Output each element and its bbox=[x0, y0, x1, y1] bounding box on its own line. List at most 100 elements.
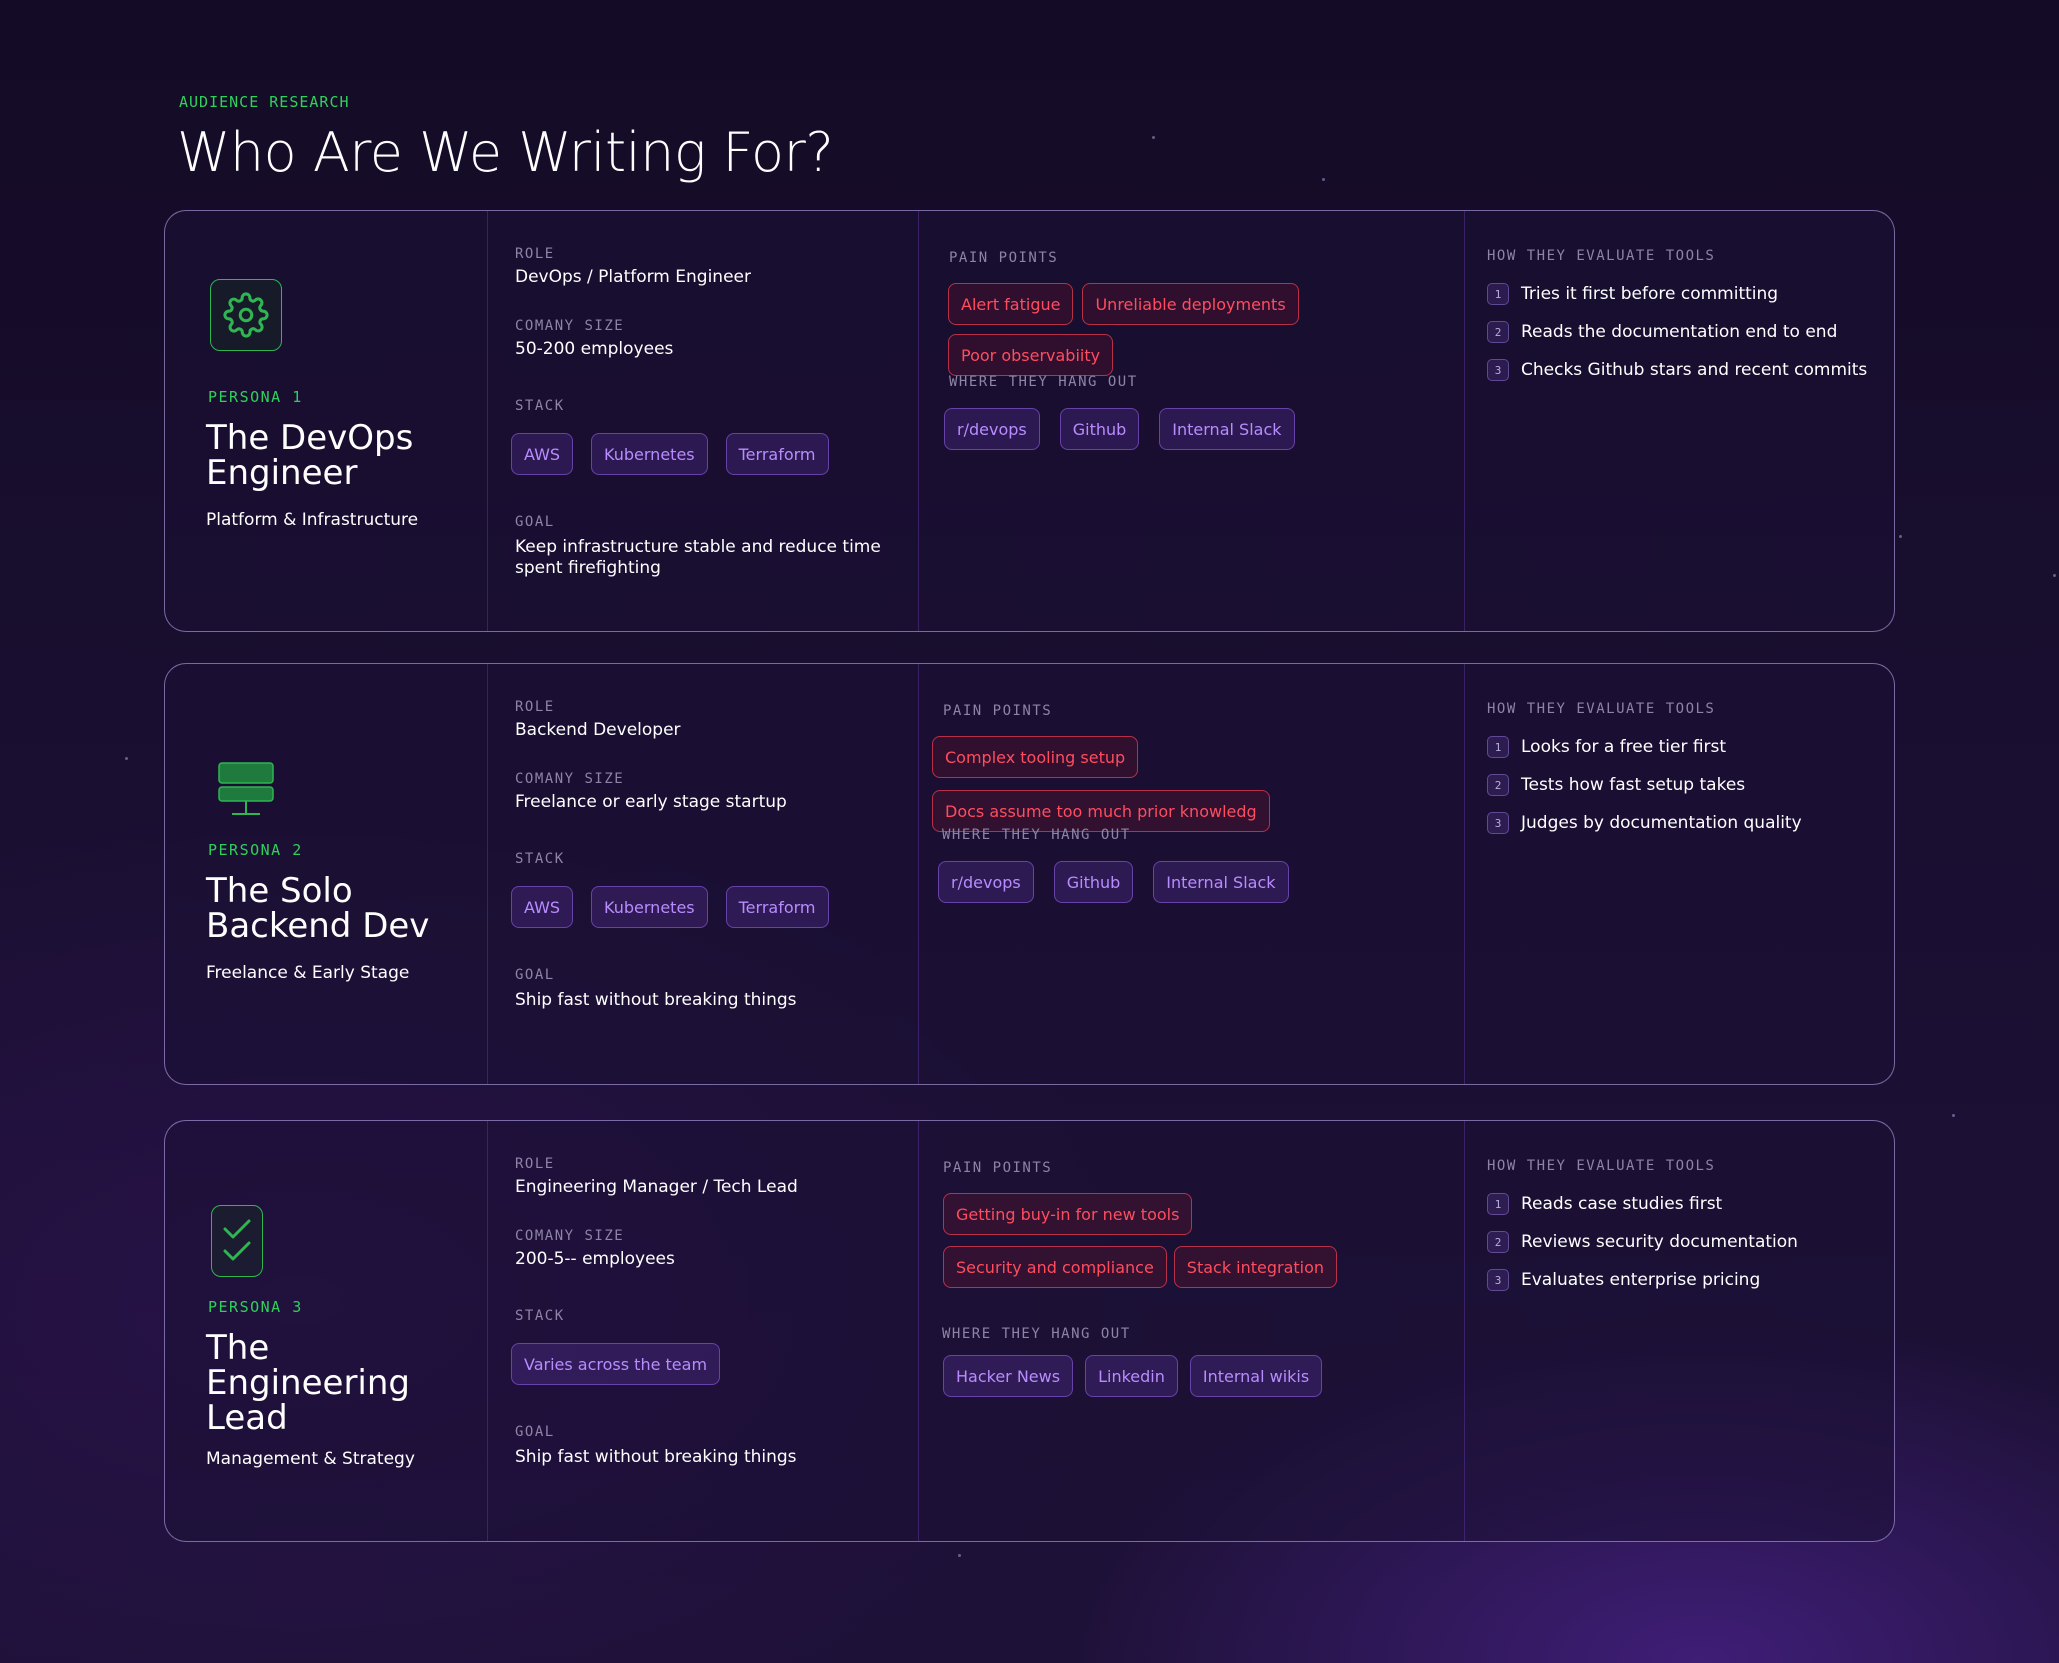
evaluate-step: Checks Github stars and recent commits bbox=[1521, 360, 1868, 380]
hang-out-label: WHERE THEY HANG OUT bbox=[942, 827, 1131, 843]
persona-evaluation: HOW THEY EVALUATE TOOLS 1 Tries it first … bbox=[1464, 211, 1894, 631]
list-item: 3 Evaluates enterprise pricing bbox=[1487, 1261, 1798, 1299]
pain-points-label: PAIN POINTS bbox=[949, 250, 1059, 266]
hang-out-chip: Hacker News bbox=[943, 1355, 1074, 1397]
role-label: ROLE bbox=[515, 699, 555, 715]
step-number-badge: 3 bbox=[1487, 812, 1509, 834]
persona-name: The Solo Backend Dev bbox=[206, 871, 430, 946]
evaluate-step: Reads case studies first bbox=[1521, 1194, 1723, 1214]
role-value: DevOps / Platform Engineer bbox=[515, 267, 751, 287]
persona-context: PAIN POINTS Getting buy-in for new tools… bbox=[918, 1121, 1464, 1541]
step-number-badge: 1 bbox=[1487, 1193, 1509, 1215]
step-number-badge: 3 bbox=[1487, 359, 1509, 381]
list-item: 1 Looks for a free tier first bbox=[1487, 728, 1802, 766]
persona-card: PERSONA 1 The DevOps Engineer Platform &… bbox=[164, 210, 1895, 632]
persona-number: PERSONA 2 bbox=[208, 841, 303, 859]
persona-details: ROLE Backend Developer COMANY SIZE Freel… bbox=[487, 664, 918, 1084]
step-number-badge: 2 bbox=[1487, 1231, 1509, 1253]
pain-point-chip: Poor observabiity bbox=[948, 334, 1114, 376]
hang-out-chip: Internal wikis bbox=[1189, 1355, 1323, 1397]
company-size-label: COMANY SIZE bbox=[515, 771, 625, 787]
persona-subtitle: Platform & Infrastructure bbox=[206, 510, 419, 530]
pain-point-chip: Stack integration bbox=[1173, 1246, 1338, 1288]
persona-identity: PERSONA 1 The DevOps Engineer Platform &… bbox=[165, 211, 487, 631]
evaluate-step: Tries it first before committing bbox=[1521, 284, 1779, 304]
persona-evaluation: HOW THEY EVALUATE TOOLS 1 Reads case stud… bbox=[1464, 1121, 1894, 1541]
hang-out-chip: Internal Slack bbox=[1153, 861, 1289, 903]
evaluate-list: 1 Looks for a free tier first 2 Tests how … bbox=[1487, 728, 1802, 842]
persona-subtitle: Management & Strategy bbox=[206, 1449, 415, 1469]
evaluate-label: HOW THEY EVALUATE TOOLS bbox=[1487, 701, 1716, 717]
evaluate-label: HOW THEY EVALUATE TOOLS bbox=[1487, 1158, 1716, 1174]
hang-out-chip: Github bbox=[1053, 861, 1134, 903]
gear-icon bbox=[210, 279, 282, 351]
pain-point-chip: Alert fatigue bbox=[948, 283, 1074, 325]
stack-chips: Varies across the team bbox=[511, 1343, 721, 1385]
stack-chips: AWS Kubernetes Terraform bbox=[511, 433, 829, 475]
company-size-value: 200-5-- employees bbox=[515, 1249, 675, 1269]
goal-label: GOAL bbox=[515, 1424, 555, 1440]
stack-chip: AWS bbox=[511, 886, 574, 928]
role-label: ROLE bbox=[515, 1156, 555, 1172]
pain-point-chip: Getting buy-in for new tools bbox=[943, 1193, 1193, 1235]
goal-label: GOAL bbox=[515, 514, 555, 530]
stack-chip: Kubernetes bbox=[591, 433, 708, 475]
role-label: ROLE bbox=[515, 246, 555, 262]
server-icon bbox=[210, 754, 282, 826]
persona-subtitle: Freelance & Early Stage bbox=[206, 963, 410, 983]
hang-out-chip: Internal Slack bbox=[1159, 408, 1295, 450]
persona-identity: PERSONA 2 The Solo Backend Dev Freelance… bbox=[165, 664, 487, 1084]
eyebrow-label: AUDIENCE RESEARCH bbox=[179, 93, 350, 111]
checklist-icon bbox=[211, 1205, 263, 1277]
hang-out-chip: r/devops bbox=[944, 408, 1040, 450]
evaluate-step: Reviews security documentation bbox=[1521, 1232, 1798, 1252]
list-item: 1 Reads case studies first bbox=[1487, 1185, 1798, 1223]
hang-out-chips: r/devops Github Internal Slack bbox=[944, 408, 1295, 450]
persona-context: PAIN POINTS Complex tooling setup Docs a… bbox=[918, 664, 1464, 1084]
evaluate-step: Evaluates enterprise pricing bbox=[1521, 1270, 1761, 1290]
company-size-label: COMANY SIZE bbox=[515, 1228, 625, 1244]
stack-chip: AWS bbox=[511, 433, 574, 475]
pain-point-chip: Docs assume too much prior knowledg bbox=[932, 790, 1270, 832]
step-number-badge: 1 bbox=[1487, 283, 1509, 305]
hang-out-chips: Hacker News Linkedin Internal wikis bbox=[943, 1355, 1323, 1397]
evaluate-list: 1 Reads case studies first 2 Reviews secur… bbox=[1487, 1185, 1798, 1299]
stack-label: STACK bbox=[515, 398, 565, 414]
stack-chip: Terraform bbox=[725, 433, 829, 475]
hang-out-chip: Linkedin bbox=[1085, 1355, 1178, 1397]
stack-chip: Terraform bbox=[725, 886, 829, 928]
evaluate-step: Tests how fast setup takes bbox=[1521, 775, 1746, 795]
evaluate-step: Reads the documentation end to end bbox=[1521, 322, 1838, 342]
persona-details: ROLE DevOps / Platform Engineer COMANY S… bbox=[487, 211, 918, 631]
list-item: 2 Reviews security documentation bbox=[1487, 1223, 1798, 1261]
pain-point-chip: Unreliable deployments bbox=[1082, 283, 1299, 325]
persona-name: The DevOps Engineer bbox=[206, 418, 414, 493]
stack-label: STACK bbox=[515, 1308, 565, 1324]
stack-chips: AWS Kubernetes Terraform bbox=[511, 886, 829, 928]
stack-chip: Kubernetes bbox=[591, 886, 708, 928]
goal-value: Keep infrastructure stable and reduce ti… bbox=[515, 537, 881, 578]
goal-value: Ship fast without breaking things bbox=[515, 1447, 797, 1467]
stack-label: STACK bbox=[515, 851, 565, 867]
pain-points-label: PAIN POINTS bbox=[943, 703, 1053, 719]
company-size-value: 50-200 employees bbox=[515, 339, 674, 359]
evaluate-list: 1 Tries it first before committing 2 Reads… bbox=[1487, 275, 1867, 389]
page-title: Who Are We Writing For? bbox=[177, 121, 834, 184]
persona-details: ROLE Engineering Manager / Tech Lead COM… bbox=[487, 1121, 918, 1541]
hang-out-label: WHERE THEY HANG OUT bbox=[949, 374, 1138, 390]
hang-out-chips: r/devops Github Internal Slack bbox=[938, 861, 1289, 903]
stack-chip: Varies across the team bbox=[511, 1343, 721, 1385]
hang-out-chip: r/devops bbox=[938, 861, 1034, 903]
persona-number: PERSONA 3 bbox=[208, 1298, 303, 1316]
list-item: 2 Reads the documentation end to end bbox=[1487, 313, 1867, 351]
pain-point-chip: Complex tooling setup bbox=[932, 736, 1139, 778]
company-size-label: COMANY SIZE bbox=[515, 318, 625, 334]
persona-number: PERSONA 1 bbox=[208, 388, 303, 406]
role-value: Backend Developer bbox=[515, 720, 681, 740]
pain-points-chips: Alert fatigue Unreliable deployments Poo… bbox=[948, 283, 1458, 376]
pain-point-chip: Security and compliance bbox=[943, 1246, 1167, 1288]
pain-points-chips: Getting buy-in for new tools Security an… bbox=[943, 1193, 1413, 1288]
persona-identity: PERSONA 3 The Engineering Lead Managemen… bbox=[165, 1121, 487, 1541]
goal-label: GOAL bbox=[515, 967, 555, 983]
step-number-badge: 1 bbox=[1487, 736, 1509, 758]
